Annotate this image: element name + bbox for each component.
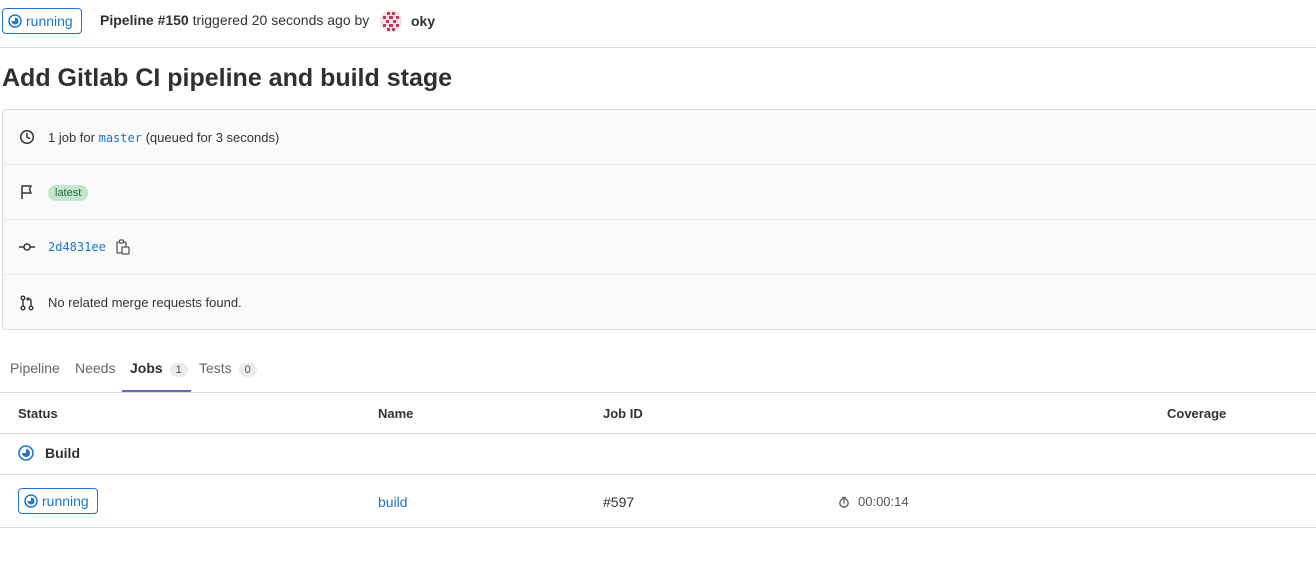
column-header-name: Name bbox=[378, 406, 414, 421]
tab-jobs-count: 1 bbox=[169, 363, 188, 377]
job-duration: 00:00:14 bbox=[838, 494, 909, 509]
tab-tests-count: 0 bbox=[238, 363, 257, 377]
flag-icon bbox=[21, 185, 32, 199]
tab-pipeline[interactable]: Pipeline bbox=[10, 360, 60, 376]
tab-tests-label: Tests bbox=[199, 360, 232, 376]
pipeline-header: running Pipeline #150 triggered 20 secon… bbox=[0, 0, 1316, 48]
queued-text: (queued for 3 seconds) bbox=[145, 129, 280, 145]
username-link[interactable]: oky bbox=[411, 13, 435, 29]
job-status-badge[interactable]: running bbox=[18, 488, 98, 514]
tab-jobs-label: Jobs bbox=[130, 360, 163, 376]
clock-icon bbox=[19, 129, 35, 145]
commit-sha-link[interactable]: 2d4831ee bbox=[48, 240, 106, 254]
status-running-icon bbox=[8, 14, 22, 28]
tab-needs-label: Needs bbox=[75, 360, 116, 376]
commit-info: 2d4831ee bbox=[48, 239, 130, 255]
pipeline-status-badge[interactable]: running bbox=[2, 8, 82, 34]
pipeline-number: Pipeline #150 bbox=[100, 12, 189, 28]
latest-tag: latest bbox=[48, 184, 89, 201]
pipeline-tabs: Pipeline Needs Jobs 1 Tests 0 bbox=[0, 348, 1316, 393]
table-header-divider bbox=[0, 433, 1316, 434]
job-name-link[interactable]: build bbox=[378, 494, 408, 510]
column-header-job-id: Job ID bbox=[603, 406, 643, 421]
active-tab-indicator bbox=[122, 390, 191, 392]
pipeline-trigger-info: Pipeline #150 triggered 20 seconds ago b… bbox=[100, 12, 369, 28]
status-running-icon bbox=[24, 494, 38, 508]
merge-request-icon bbox=[20, 295, 34, 310]
page-title: Add Gitlab CI pipeline and build stage bbox=[2, 64, 453, 92]
pipeline-status-label: running bbox=[26, 13, 73, 29]
tags-container: latest bbox=[48, 184, 89, 201]
commit-row: 2d4831ee bbox=[3, 220, 1316, 275]
status-running-icon bbox=[18, 445, 34, 461]
copy-clipboard-icon[interactable] bbox=[116, 239, 130, 255]
timer-icon bbox=[839, 496, 849, 508]
user-avatar[interactable] bbox=[380, 10, 402, 32]
tags-row: latest bbox=[3, 165, 1316, 220]
column-header-coverage: Coverage bbox=[1167, 406, 1227, 421]
stage-divider bbox=[0, 474, 1316, 475]
job-id: #597 bbox=[603, 494, 635, 510]
job-status-label: running bbox=[42, 493, 89, 509]
tab-tests[interactable]: Tests 0 bbox=[199, 360, 257, 377]
stage-name: Build bbox=[45, 445, 80, 461]
jobs-info-row: 1 job for master (queued for 3 seconds) bbox=[3, 110, 1316, 165]
branch-link[interactable]: master bbox=[99, 131, 142, 145]
jobs-count-text: 1 job for bbox=[48, 129, 95, 145]
tab-jobs[interactable]: Jobs 1 bbox=[130, 360, 188, 377]
column-header-status: Status bbox=[18, 406, 58, 421]
jobs-info-text: 1 job for master (queued for 3 seconds) bbox=[48, 130, 279, 145]
pipeline-info-card: 1 job for master (queued for 3 seconds) … bbox=[2, 109, 1316, 330]
merge-requests-row: No related merge requests found. bbox=[3, 275, 1316, 330]
trigger-text: triggered 20 seconds ago by bbox=[192, 12, 370, 28]
merge-requests-text: No related merge requests found. bbox=[48, 295, 242, 310]
commit-icon bbox=[19, 243, 35, 251]
job-duration-value: 00:00:14 bbox=[858, 494, 909, 509]
tab-needs[interactable]: Needs bbox=[75, 360, 115, 376]
job-row-divider bbox=[0, 527, 1316, 528]
tab-pipeline-label: Pipeline bbox=[10, 360, 60, 376]
stage-row: Build bbox=[18, 445, 80, 461]
